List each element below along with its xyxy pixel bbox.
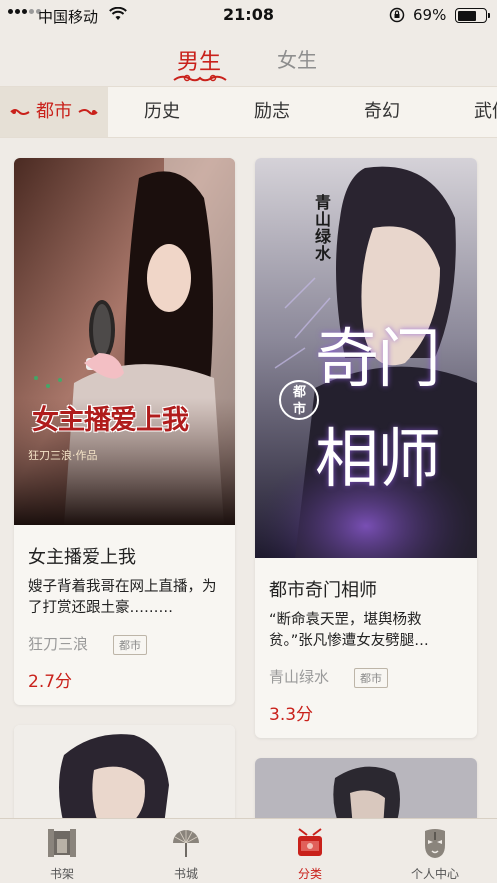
book-author: 青山绿水 (269, 668, 330, 686)
category-label: 武侠 (474, 101, 497, 122)
cover-byline: 狂刀三浪·作品 (28, 449, 98, 462)
status-bar: 中国移动 21:08 69% (0, 0, 497, 30)
book-score: 2.7分 (28, 672, 73, 692)
cloud-left-icon (10, 109, 30, 115)
tab-label: 书架 (49, 867, 74, 881)
book-author: 狂刀三浪 (28, 635, 89, 653)
cloud-right-icon (78, 109, 98, 115)
category-item-qihuan[interactable]: 奇幻 (364, 87, 400, 137)
auspicious-cloud-icon (173, 74, 227, 82)
category-item-dushi[interactable]: 都市 (0, 87, 108, 137)
cover-title-line1: 奇门 (315, 323, 441, 397)
cover-author: 青山绿水 (315, 193, 332, 263)
tab-label: 分类 (297, 867, 322, 881)
book-card[interactable] (14, 725, 235, 825)
cover-illustration (14, 158, 235, 525)
category-label: 励志 (254, 101, 290, 122)
category-bar: 都市 历史 励志 奇幻 武侠 (0, 86, 497, 138)
bookstore-fan-icon (173, 830, 199, 857)
tab-profile[interactable]: 个人中心 (373, 819, 497, 883)
category-drum-icon (298, 828, 322, 856)
category-item-wuxia[interactable]: 武侠 (474, 87, 497, 137)
book-card[interactable]: 女主播爱上我 狂刀三浪·作品 女主播爱上我 嫂子背着我哥在网上直播，为了打赏还跟… (14, 158, 235, 705)
tab-label: 个人中心 (410, 867, 459, 881)
tab-bookstore[interactable]: 书城 (124, 819, 248, 883)
cover-genre-badge: 都市 (279, 380, 319, 420)
category-label: 奇幻 (364, 101, 400, 122)
book-card[interactable]: 青山绿水 都市 奇门 相师 都市奇门相师 “断命袁天罡，堪舆杨救贫。”张凡惨遭女… (255, 158, 477, 738)
book-cover[interactable]: 青山绿水 都市 奇门 相师 (255, 158, 477, 558)
genre-tag: 都市 (113, 635, 147, 655)
book-score: 3.3分 (269, 705, 314, 725)
tab-category[interactable]: 分类 (248, 819, 372, 883)
genre-tag: 都市 (354, 668, 388, 688)
battery-percent: 69% (413, 6, 447, 24)
gender-tabs: 男生 女生 (0, 38, 497, 88)
opera-mask-icon (425, 829, 445, 858)
bottom-tab-bar: 书架 书城 分类 个人中心 (0, 818, 497, 883)
tab-female[interactable]: 女生 (277, 44, 317, 73)
book-title[interactable]: 都市奇门相师 (269, 576, 377, 602)
book-cover[interactable]: 女主播爱上我 狂刀三浪·作品 (14, 158, 235, 525)
tab-bookshelf[interactable]: 书架 (0, 819, 124, 883)
category-label: 都市 (36, 101, 72, 122)
cover-title-line2: 相师 (315, 423, 441, 497)
tab-label: 书城 (173, 867, 198, 881)
category-item-lishi[interactable]: 历史 (144, 87, 180, 137)
cover-title-text: 女主播爱上我 (32, 405, 189, 436)
book-description: 嫂子背着我哥在网上直播，为了打赏还跟土豪……… (28, 579, 217, 616)
category-item-lizhi[interactable]: 励志 (254, 87, 290, 137)
bookshelf-icon (48, 829, 76, 857)
rotation-lock-icon (389, 7, 405, 23)
category-label: 历史 (144, 101, 180, 122)
book-title[interactable]: 女主播爱上我 (28, 543, 136, 569)
book-cover[interactable] (14, 725, 235, 825)
battery-icon (455, 8, 490, 23)
book-description: “断命袁天罡，堪舆杨救贫。”张凡惨遭女友劈腿… (269, 612, 429, 649)
